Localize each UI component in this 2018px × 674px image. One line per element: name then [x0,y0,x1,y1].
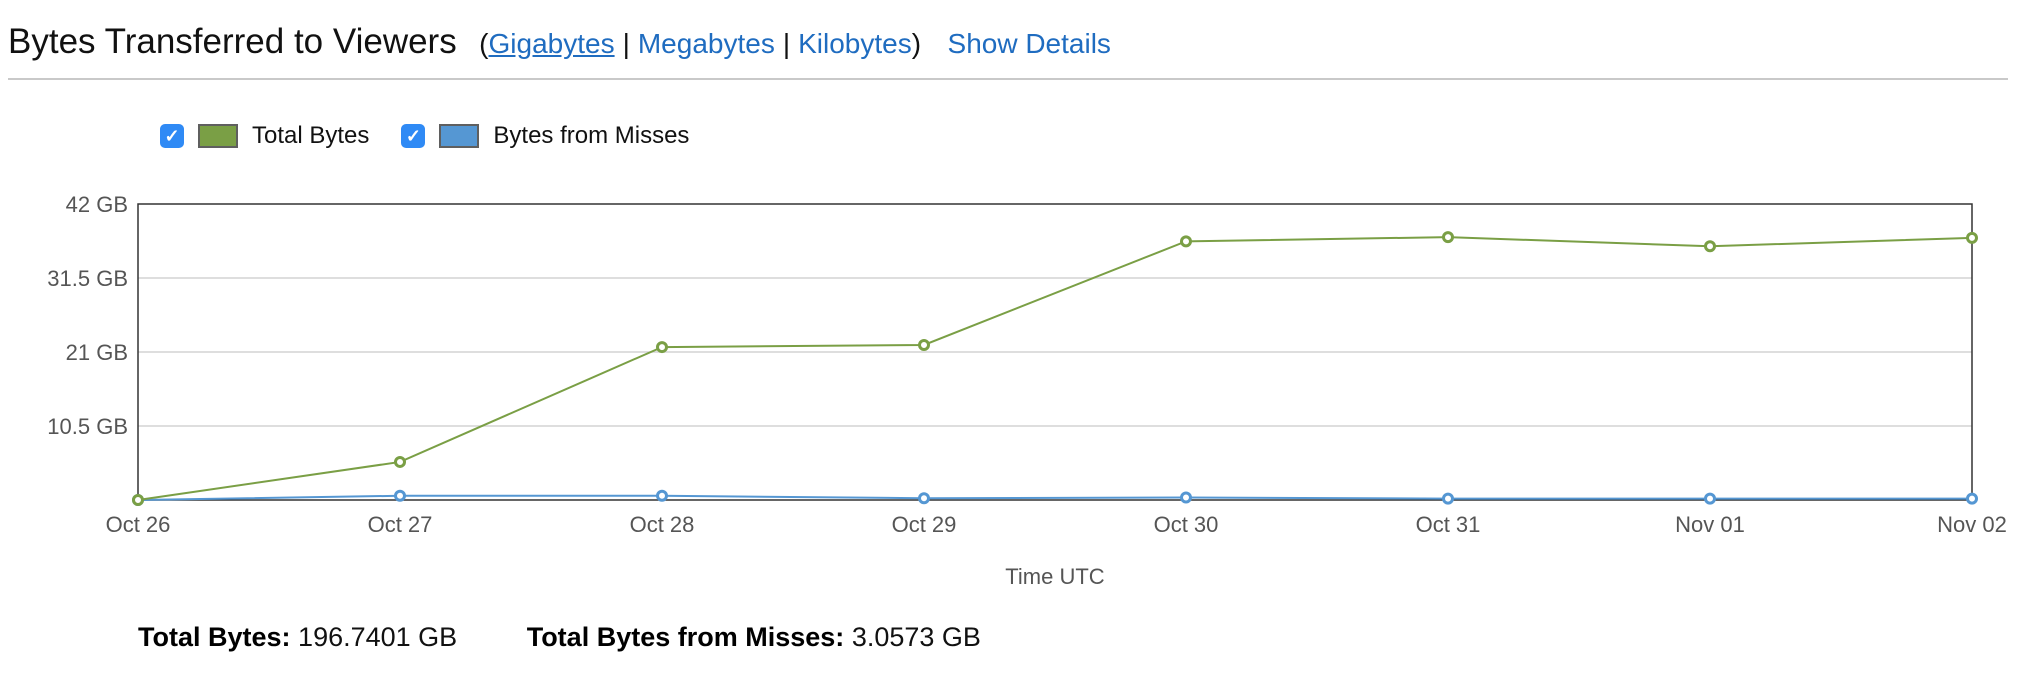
data-point-bytes-from-misses [1442,492,1454,505]
x-tick-label: Nov 02 [1937,512,2007,537]
open-paren: ( [479,28,489,59]
page-title: Bytes Transferred to Viewers [8,22,457,61]
totals-summary: Total Bytes: 196.7401 GB Total Bytes fro… [138,622,981,653]
y-tick-label: 21 GB [66,340,128,365]
data-point-total-bytes [918,338,930,351]
data-point-total-bytes [394,455,406,468]
total-misses-label: Total Bytes from Misses: [526,622,845,652]
data-point-bytes-from-misses [656,489,668,502]
series-line-total-bytes [137,236,1973,501]
legend-label-total-bytes: Total Bytes [252,122,370,149]
data-point-bytes-from-misses [1966,492,1978,505]
x-tick-label: Oct 30 [1154,512,1219,537]
legend-label-bytes-from-misses: Bytes from Misses [493,122,690,149]
y-tick-label: 31.5 GB [47,266,128,291]
bytes-from-misses-swatch [439,124,480,148]
total-bytes-value: 196.7401 GB [298,622,458,652]
close-paren: ) [911,28,922,59]
data-point-bytes-from-misses [1704,492,1716,505]
unit-separator: | [622,28,630,59]
data-point-total-bytes [132,494,144,506]
x-tick-label: Nov 01 [1675,512,1745,537]
data-point-total-bytes [1704,240,1716,253]
data-point-total-bytes [656,341,668,354]
data-point-bytes-from-misses [1180,491,1192,504]
total-misses-value: 3.0573 GB [851,622,981,652]
x-tick-label: Oct 28 [630,512,695,537]
line-chart: 10.5 GB 21 GB 31.5 GB 42 GB Oct 26 Oct 27 Oct … [47,192,2007,589]
bytes-from-misses-checkbox[interactable]: ✓ [401,124,426,148]
data-point-bytes-from-misses [394,489,406,502]
unit-selector: (Gigabytes | Megabytes | Kilobytes) [479,28,921,59]
x-axis-label: Time UTC [1005,564,1105,589]
total-bytes-label: Total Bytes: [138,622,291,652]
data-point-total-bytes [1966,231,1978,244]
total-bytes-swatch [198,124,238,148]
unit-megabytes-link[interactable]: Megabytes [638,28,775,59]
y-tick-label: 42 GB [66,192,128,217]
data-point-total-bytes [1180,235,1192,248]
x-tick-label: Oct 27 [368,512,433,537]
legend-item-total-bytes[interactable]: ✓ Total Bytes [160,122,369,150]
y-tick-label: 10.5 GB [47,414,128,439]
x-tick-label: Oct 26 [106,512,171,537]
total-bytes-checkbox[interactable]: ✓ [160,124,184,148]
chart-legend: ✓ Total Bytes ✓ Bytes from Misses [160,120,721,152]
legend-item-bytes-from-misses[interactable]: ✓ Bytes from Misses [401,122,689,150]
chart-header: Bytes Transferred to Viewers (Gigabytes |… [8,22,2008,80]
unit-separator: | [782,28,791,59]
unit-gigabytes-link[interactable]: Gigabytes [489,28,615,59]
data-point-bytes-from-misses [918,492,930,505]
x-tick-label: Oct 31 [1416,512,1481,537]
data-point-total-bytes [1442,231,1454,244]
show-details-link[interactable]: Show Details [948,28,1111,59]
x-tick-label: Oct 29 [892,512,957,537]
unit-kilobytes-link[interactable]: Kilobytes [798,28,912,59]
